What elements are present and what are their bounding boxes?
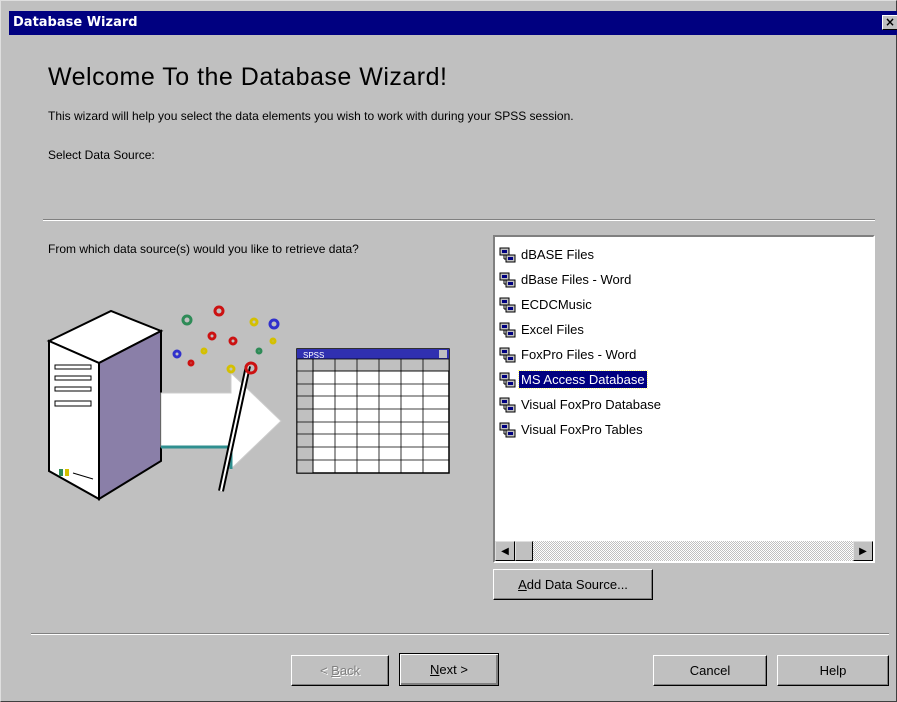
help-button[interactable]: Help (777, 655, 889, 686)
database-icon (499, 247, 516, 262)
close-button[interactable]: × (882, 15, 897, 30)
arrow-icon (160, 371, 282, 471)
scroll-right-button[interactable]: ▶ (853, 541, 873, 561)
add-data-source-button[interactable]: Add Data Source... (493, 569, 653, 600)
cancel-label: Cancel (689, 663, 731, 678)
data-source-items: dBASE Files dBase Files - Word ECDCMusic Ex… (499, 242, 663, 442)
page-title: Welcome To the Database Wizard! (48, 63, 448, 91)
data-source-label: Visual FoxPro Tables (521, 422, 643, 437)
data-source-label: Visual FoxPro Database (521, 397, 661, 412)
data-source-question: From which data source(s) would you like… (48, 242, 359, 256)
horizontal-scrollbar[interactable]: ◀ ▶ (495, 541, 873, 561)
wizard-illustration: SPSS (46, 305, 450, 501)
cancel-button[interactable]: Cancel (653, 655, 767, 686)
database-icon (499, 297, 516, 312)
scroll-left-button[interactable]: ◀ (495, 541, 515, 561)
database-icon (499, 397, 516, 412)
add-data-source-mnemonic: A (518, 577, 527, 592)
right-arrow-icon: ▶ (859, 545, 867, 557)
intro-text: This wizard will help you select the dat… (48, 109, 574, 123)
sparkles-icon (172, 305, 280, 375)
back-button[interactable]: < Back (291, 655, 389, 686)
data-source-item[interactable]: Visual FoxPro Tables (499, 417, 663, 442)
window-title: Database Wizard (13, 15, 138, 30)
data-source-label: MS Access Database (518, 370, 648, 389)
database-icon (499, 372, 516, 387)
database-icon (499, 422, 516, 437)
spreadsheet-icon: SPSS (296, 348, 450, 474)
data-source-label: FoxPro Files - Word (521, 347, 637, 362)
back-label: ack (339, 663, 361, 678)
data-source-item[interactable]: dBASE Files (499, 242, 663, 267)
data-source-item[interactable]: ECDCMusic (499, 292, 663, 317)
database-icon (499, 272, 516, 287)
computer-tower-icon (46, 309, 164, 501)
data-source-item[interactable]: Excel Files (499, 317, 663, 342)
data-source-label: dBASE Files (521, 247, 594, 262)
title-bar: Database Wizard × (9, 11, 897, 35)
top-divider (43, 219, 875, 221)
data-source-item[interactable]: Visual FoxPro Database (499, 392, 663, 417)
data-source-label: dBase Files - Word (521, 272, 632, 287)
data-source-list[interactable]: dBASE Files dBase Files - Word ECDCMusic Ex… (493, 235, 875, 563)
data-source-item[interactable]: FoxPro Files - Word (499, 342, 663, 367)
bottom-divider (31, 633, 889, 635)
back-prefix: < (319, 663, 332, 678)
data-source-item[interactable]: dBase Files - Word (499, 267, 663, 292)
select-data-source-label: Select Data Source: (48, 148, 155, 162)
data-source-item[interactable]: MS Access Database (499, 367, 663, 392)
database-icon (499, 322, 516, 337)
left-arrow-icon: ◀ (501, 545, 509, 557)
next-mnemonic: N (430, 662, 440, 677)
help-label: Help (819, 663, 847, 678)
scroll-thumb[interactable] (515, 541, 533, 561)
add-data-source-label: dd Data Source... (526, 577, 628, 592)
next-label: ext > (439, 662, 468, 677)
back-mnemonic: B (331, 663, 340, 678)
database-wizard-window: Database Wizard × Welcome To the Databas… (0, 0, 897, 702)
data-source-label: Excel Files (521, 322, 584, 337)
data-source-label: ECDCMusic (521, 297, 592, 312)
close-icon: × (884, 15, 896, 29)
next-button[interactable]: Next > (399, 653, 499, 686)
database-icon (499, 347, 516, 362)
